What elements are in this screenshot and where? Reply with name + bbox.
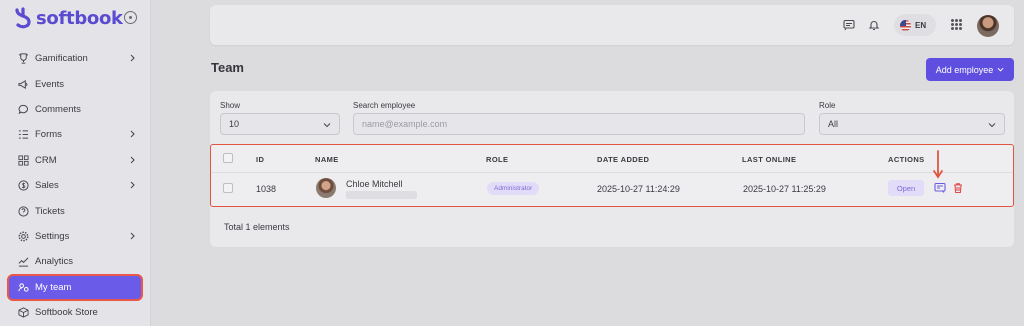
sidebar-item-forms[interactable]: Forms — [8, 122, 142, 147]
softbook-logo-icon — [15, 7, 31, 29]
question-icon — [18, 205, 29, 217]
team-table: ID NAME ROLE DATE ADDED LAST ONLINE ACTI… — [210, 144, 1014, 207]
box-icon — [18, 307, 29, 318]
role-value: All — [828, 119, 839, 129]
sidebar-item-label: Tickets — [35, 205, 65, 217]
header-date-added: DATE ADDED — [597, 155, 650, 164]
sidebar-item-my-team[interactable]: My team — [7, 273, 143, 301]
sidebar: softbook Gamification Events Comments Fo… — [0, 0, 151, 326]
edit-note-icon[interactable] — [934, 182, 946, 194]
chat-icon[interactable] — [843, 19, 855, 31]
header-actions: ACTIONS — [888, 155, 925, 164]
sidebar-item-label: Analytics — [35, 256, 74, 268]
gear-icon — [18, 231, 29, 242]
search-label: Search employee — [353, 101, 416, 110]
search-placeholder: name@example.com — [362, 119, 448, 129]
grid-icon — [18, 155, 29, 166]
row-date-added: 2025-10-27 11:24:29 — [597, 184, 680, 194]
sidebar-item-events[interactable]: Events — [8, 71, 142, 96]
user-avatar[interactable] — [977, 15, 999, 37]
chevron-down-icon — [988, 123, 996, 128]
chevron-right-icon — [130, 54, 135, 62]
role-badge: Administrator — [487, 182, 540, 195]
sidebar-item-label: CRM — [35, 154, 57, 166]
comment-icon — [18, 104, 29, 115]
row-id: 1038 — [256, 184, 277, 194]
sidebar-item-tickets[interactable]: Tickets — [8, 198, 142, 223]
search-input[interactable]: name@example.com — [353, 113, 805, 135]
sidebar-nav: Gamification Events Comments Forms CRM S… — [7, 46, 143, 325]
us-flag-icon — [900, 19, 911, 31]
top-bar: EN — [210, 5, 1014, 45]
sidebar-item-label: Forms — [35, 129, 62, 141]
header-name: NAME — [315, 155, 339, 164]
sidebar-item-label: Comments — [35, 103, 81, 115]
show-select[interactable]: 10 — [220, 113, 340, 135]
sidebar-item-label: Sales — [35, 180, 59, 192]
chevron-right-icon — [130, 232, 135, 240]
total-count: Total 1 elements — [224, 222, 290, 232]
sidebar-item-softbook-store[interactable]: Softbook Store — [8, 300, 142, 325]
sidebar-item-analytics[interactable]: Analytics — [8, 249, 142, 274]
add-employee-label: Add employee — [935, 64, 994, 75]
megaphone-icon — [18, 79, 29, 90]
row-last-online: 2025-10-27 11:25:29 — [743, 184, 826, 194]
list-icon — [18, 129, 29, 140]
trophy-icon — [18, 53, 29, 64]
page-title: Team — [211, 60, 244, 75]
chevron-down-icon — [323, 123, 331, 128]
team-icon — [18, 282, 29, 293]
sidebar-item-comments[interactable]: Comments — [8, 97, 142, 122]
row-name[interactable]: Chloe Mitchell — [346, 179, 403, 189]
bell-icon[interactable] — [868, 19, 880, 31]
chevron-right-icon — [130, 130, 135, 138]
sidebar-item-label: My team — [35, 281, 72, 293]
dollar-icon — [18, 180, 29, 191]
chevron-right-icon — [130, 181, 135, 189]
sidebar-item-gamification[interactable]: Gamification — [8, 46, 142, 71]
language-code: EN — [915, 20, 927, 30]
sidebar-item-label: Settings — [35, 230, 70, 242]
language-selector[interactable]: EN — [894, 14, 936, 36]
sidebar-item-label: Gamification — [35, 53, 88, 65]
add-employee-button[interactable]: Add employee — [926, 58, 1014, 81]
sidebar-item-label: Events — [35, 78, 65, 90]
role-label: Role — [819, 101, 836, 110]
header-last-online: LAST ONLINE — [742, 155, 797, 164]
sidebar-item-crm[interactable]: CRM — [8, 148, 142, 173]
sidebar-item-label: Softbook Store — [35, 307, 98, 319]
show-label: Show — [220, 101, 241, 110]
brand-name: softbook — [36, 7, 123, 29]
role-select[interactable]: All — [819, 113, 1005, 135]
annotation-arrow-icon — [933, 150, 943, 179]
avatar — [316, 178, 336, 198]
sidebar-item-sales[interactable]: Sales — [8, 173, 142, 198]
row-email-redacted — [346, 191, 417, 199]
show-value: 10 — [229, 119, 240, 129]
open-button[interactable]: Open — [888, 180, 924, 196]
row-checkbox[interactable] — [223, 183, 233, 193]
chevron-right-icon — [130, 156, 135, 163]
chart-icon — [18, 256, 29, 267]
header-role: ROLE — [486, 155, 509, 164]
trash-icon[interactable] — [952, 182, 964, 194]
apps-grid-icon[interactable] — [951, 19, 962, 30]
header-id: ID — [256, 155, 265, 164]
table-header: ID NAME ROLE DATE ADDED LAST ONLINE ACTI… — [211, 145, 1013, 173]
chevron-down-icon — [997, 67, 1004, 72]
sidebar-item-settings[interactable]: Settings — [8, 224, 142, 249]
sidebar-collapse-button[interactable] — [124, 11, 137, 24]
logo[interactable]: softbook — [14, 6, 123, 30]
team-card: Show 10 Search employee name@example.com… — [210, 91, 1014, 247]
select-all-checkbox[interactable] — [223, 153, 233, 163]
